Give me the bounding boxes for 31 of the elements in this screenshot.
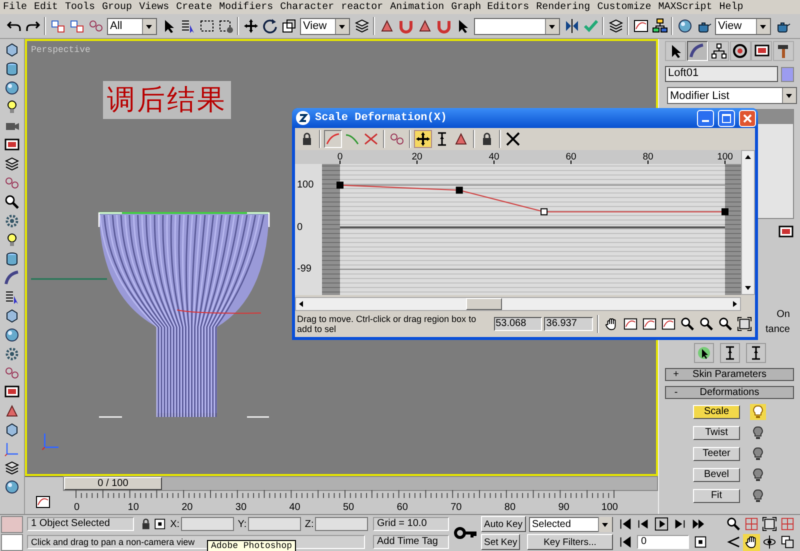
- grid-status: Grid = 10.0: [373, 517, 449, 531]
- y-label: Y:: [238, 518, 247, 530]
- dialog-title: Scale Deformation(X): [315, 112, 448, 124]
- y-tick-label: 100: [297, 180, 314, 191]
- tick-label: 70: [450, 502, 462, 513]
- y-tick-label: -99: [297, 264, 312, 275]
- x-tick-label: 60: [566, 152, 576, 162]
- tick-label: 90: [558, 502, 570, 513]
- tick-label: 10: [128, 502, 139, 513]
- tick-label: 30: [235, 502, 246, 513]
- tick-label: 60: [396, 502, 408, 513]
- z-label: Z:: [304, 518, 314, 530]
- caption-text: 调后结果: [102, 81, 231, 119]
- x-tick-label: 40: [488, 152, 500, 162]
- y-tick-label: 0: [297, 222, 303, 233]
- tick-label: 80: [504, 502, 516, 513]
- tick-label: 20: [182, 502, 193, 513]
- partial-label: tance: [766, 324, 790, 335]
- tick-label: 100: [601, 502, 618, 513]
- tick-label: 40: [289, 502, 300, 513]
- x-tick-label: 20: [412, 152, 422, 162]
- x-label: X:: [170, 518, 180, 530]
- tick-label: 0: [74, 502, 80, 513]
- on-label: On: [776, 309, 790, 320]
- x-tick-label: 80: [642, 152, 654, 162]
- selection-status: 1 Object Selected: [27, 517, 134, 531]
- x-tick-label: 0: [337, 152, 343, 162]
- x-tick-label: 100: [717, 152, 733, 162]
- tick-label: 50: [342, 502, 354, 513]
- dialog-status-text: Drag to move. Ctrl-click or drag region box to add to sel: [297, 314, 478, 334]
- tooltip-label: Adobe Photoshop: [207, 540, 296, 551]
